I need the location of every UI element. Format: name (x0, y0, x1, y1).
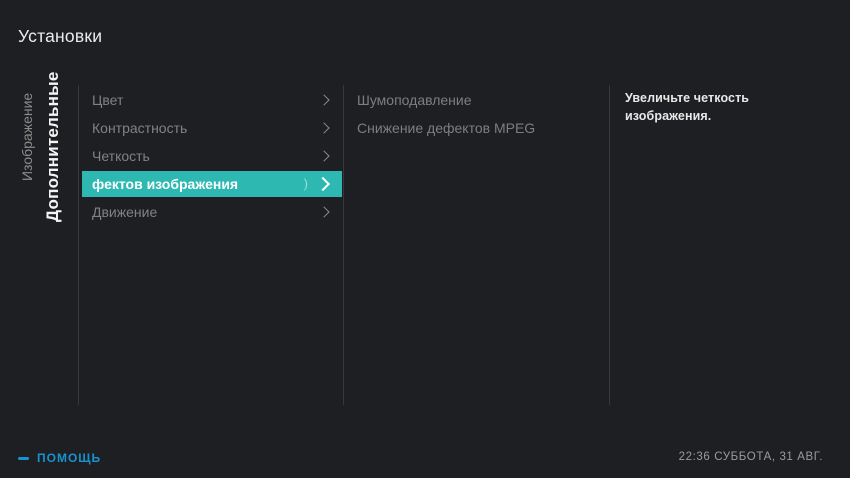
scrolling-text-fragment: ) (304, 176, 308, 191)
chevron-right-icon (318, 206, 329, 217)
menu-item-contrast[interactable]: Контрастность (82, 114, 342, 142)
dash-icon (18, 457, 29, 460)
menu-item-label: Контрастность (92, 120, 187, 136)
divider-middle (343, 85, 344, 405)
help-button[interactable]: ПОМОЩЬ (18, 450, 101, 466)
menu-item-sharpness[interactable]: Четкость (82, 142, 342, 170)
menu-item-motion[interactable]: Движение (82, 198, 342, 226)
divider-left (78, 85, 79, 405)
submenu-item-noise-reduction[interactable]: Шумоподавление (357, 86, 597, 114)
menu-item-label: фектов изображения (92, 176, 238, 192)
divider-right (609, 85, 610, 405)
tab-picture[interactable]: Изображение (19, 93, 35, 181)
menu-item-picture-defect-reduction[interactable]: фектов изображения ) (82, 171, 342, 197)
menu-list: Цвет Контрастность Четкость фектов изобр… (82, 86, 342, 226)
submenu-item-mpeg-defect-reduction[interactable]: Снижение дефектов MPEG (357, 114, 597, 142)
page-title: Установки (18, 26, 102, 47)
chevron-right-icon (316, 177, 330, 191)
chevron-right-icon (318, 122, 329, 133)
help-label: ПОМОЩЬ (37, 451, 101, 465)
chevron-right-icon (318, 150, 329, 161)
submenu-list: Шумоподавление Снижение дефектов MPEG (357, 86, 597, 142)
menu-item-color[interactable]: Цвет (82, 86, 342, 114)
menu-item-label: Движение (92, 204, 157, 220)
menu-item-label: Четкость (92, 148, 150, 164)
menu-item-label: Цвет (92, 92, 123, 108)
tab-advanced[interactable]: Дополнительные (43, 71, 63, 222)
submenu-item-label: Снижение дефектов MPEG (357, 120, 535, 136)
chevron-right-icon (318, 94, 329, 105)
info-description: Увеличьте четкость изображения. (625, 90, 837, 125)
submenu-item-label: Шумоподавление (357, 92, 472, 108)
clock-text: 22:36 СУББОТА, 31 АВГ. (679, 451, 823, 463)
